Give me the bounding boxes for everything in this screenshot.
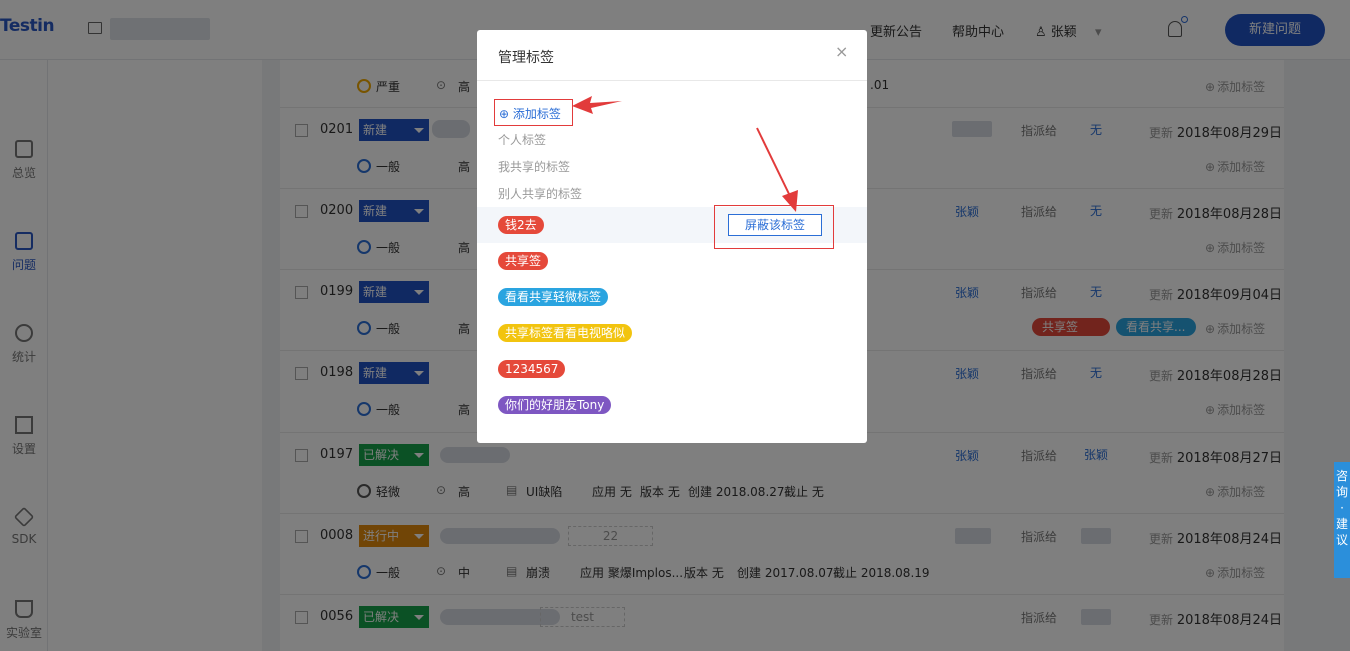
tag-row[interactable]: 你们的好朋友Tony [477, 387, 867, 423]
tag-row[interactable]: 1234567 [477, 351, 867, 387]
tag-row[interactable]: 共享标签看看电视咯似 [477, 315, 867, 351]
category-others-shared[interactable]: 别人共享的标签 [498, 185, 582, 202]
feedback-tab[interactable]: 咨询 · 建议 [1334, 462, 1350, 578]
tag-pill[interactable]: 钱2去 [498, 216, 544, 234]
tag-pill[interactable]: 共享签 [498, 252, 549, 270]
hide-tag-button[interactable]: 屏蔽该标签 [728, 214, 822, 236]
tag-pill[interactable]: 你们的好朋友Tony [498, 396, 612, 414]
dialog-title: 管理标签 [498, 50, 554, 66]
manage-tags-dialog: 管理标签 × ⊕ 添加标签 个人标签 我共享的标签 别人共享的标签 钱2去 共享… [477, 30, 867, 443]
close-icon[interactable]: × [835, 42, 848, 61]
add-tag-button[interactable]: ⊕ 添加标签 [494, 99, 573, 126]
plus-circle-icon: ⊕ [499, 107, 510, 121]
tag-pill[interactable]: 看看共享轻微标签 [498, 288, 609, 306]
category-personal[interactable]: 个人标签 [498, 131, 546, 148]
divider [477, 80, 867, 81]
tag-row[interactable]: 看看共享轻微标签 [477, 279, 867, 315]
tag-pill[interactable]: 共享标签看看电视咯似 [498, 324, 633, 342]
add-tag-label: 添加标签 [512, 107, 561, 121]
category-my-shared[interactable]: 我共享的标签 [498, 158, 570, 175]
tag-pill[interactable]: 1234567 [498, 360, 566, 378]
